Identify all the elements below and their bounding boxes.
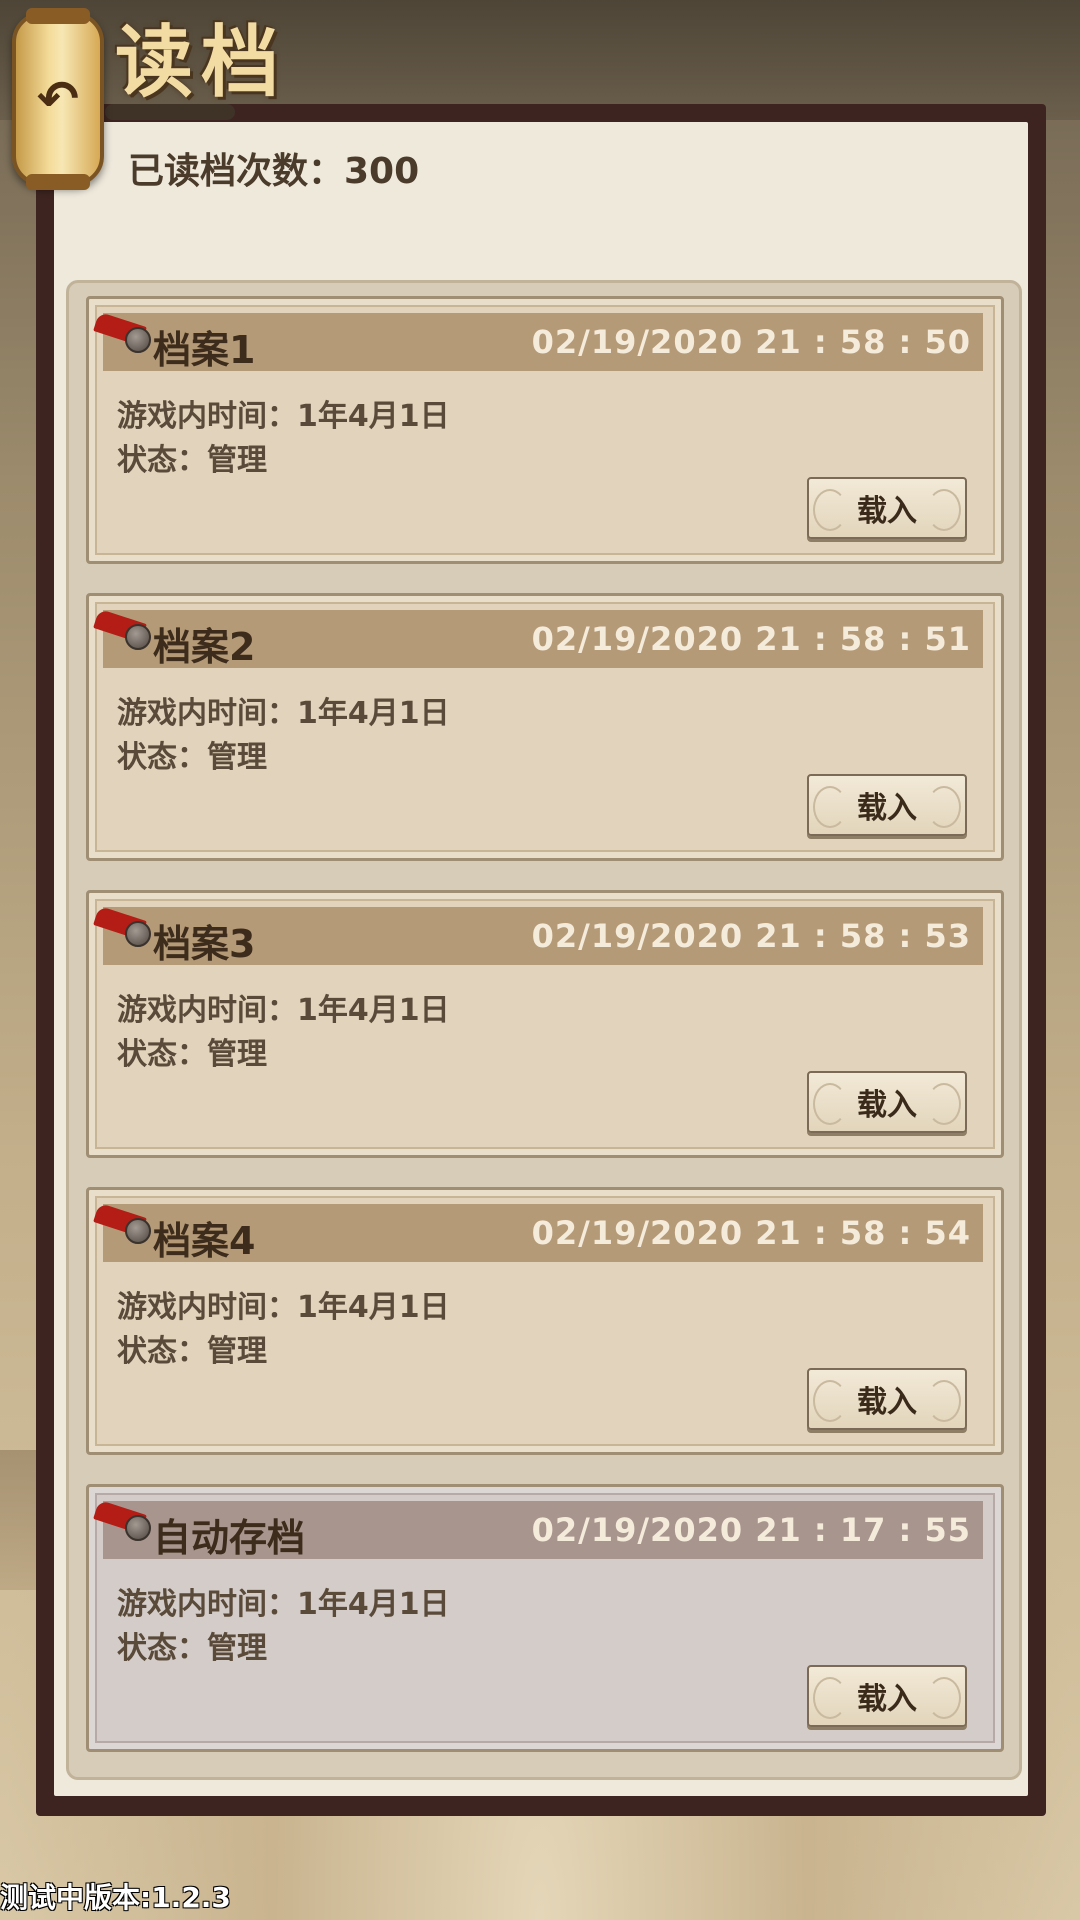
swirl-ornament-icon	[927, 1083, 961, 1125]
save-slot-3: 档案3 02/19/2020 21 : 58 : 53 游戏内时间：1年4月1日…	[86, 890, 1004, 1158]
save-slot-auto: 自动存档 02/19/2020 21 : 17 : 55 游戏内时间：1年4月1…	[86, 1484, 1004, 1752]
swirl-ornament-icon	[927, 489, 961, 531]
save-slot-header: 自动存档 02/19/2020 21 : 17 : 55	[93, 1499, 983, 1560]
swirl-ornament-icon	[813, 489, 847, 531]
save-slot-header: 档案2 02/19/2020 21 : 58 : 51	[93, 608, 983, 669]
swirl-ornament-icon	[813, 1083, 847, 1125]
pin-icon	[125, 624, 151, 650]
pin-icon	[125, 1218, 151, 1244]
save-slot-datetime: 02/19/2020 21 : 58 : 51	[531, 620, 971, 658]
load-button-label: 载入	[857, 791, 917, 826]
save-slot-game-time: 游戏内时间：1年4月1日	[117, 1587, 450, 1622]
read-count: 已读档次数：300	[128, 151, 420, 192]
swirl-ornament-icon	[927, 786, 961, 828]
save-slot-status: 状态：管理	[117, 1037, 267, 1072]
save-slot-header: 档案3 02/19/2020 21 : 58 : 53	[93, 905, 983, 966]
save-slot-header: 档案1 02/19/2020 21 : 58 : 50	[93, 311, 983, 372]
save-slot-header: 档案4 02/19/2020 21 : 58 : 54	[93, 1202, 983, 1263]
swirl-ornament-icon	[927, 1677, 961, 1719]
save-slot-status: 状态：管理	[117, 1631, 267, 1666]
save-slot-4: 档案4 02/19/2020 21 : 58 : 54 游戏内时间：1年4月1日…	[86, 1187, 1004, 1455]
load-button-label: 载入	[857, 494, 917, 529]
save-slot-name: 档案3	[153, 922, 256, 966]
swirl-ornament-icon	[813, 1380, 847, 1422]
save-slot-game-time: 游戏内时间：1年4月1日	[117, 399, 450, 434]
save-slot-1: 档案1 02/19/2020 21 : 58 : 50 游戏内时间：1年4月1日…	[86, 296, 1004, 564]
load-button[interactable]: 载入	[807, 477, 967, 539]
save-slot-datetime: 02/19/2020 21 : 58 : 50	[531, 323, 971, 361]
page-title: 读档	[115, 17, 288, 108]
swirl-ornament-icon	[813, 786, 847, 828]
pin-icon	[125, 921, 151, 947]
save-slot-game-time: 游戏内时间：1年4月1日	[117, 1290, 450, 1325]
save-slot-datetime: 02/19/2020 21 : 17 : 55	[531, 1511, 971, 1549]
background-pagoda	[0, 1450, 40, 1590]
load-button[interactable]: 载入	[807, 1071, 967, 1133]
back-button[interactable]: ↶	[12, 8, 104, 190]
save-slot-game-time: 游戏内时间：1年4月1日	[117, 993, 450, 1028]
swirl-ornament-icon	[813, 1677, 847, 1719]
save-slot-game-time: 游戏内时间：1年4月1日	[117, 696, 450, 731]
load-button-label: 载入	[857, 1682, 917, 1717]
load-button[interactable]: 载入	[807, 1368, 967, 1430]
undo-arrow-icon: ↶	[37, 70, 79, 128]
version-label: 测试中版本:1.2.3	[0, 1881, 231, 1914]
load-button-label: 载入	[857, 1088, 917, 1123]
pin-icon	[125, 327, 151, 353]
save-slot-status: 状态：管理	[117, 443, 267, 478]
save-slot-name: 档案2	[153, 625, 256, 669]
swirl-ornament-icon	[927, 1380, 961, 1422]
save-slot-name: 自动存档	[153, 1516, 306, 1560]
pin-icon	[125, 1515, 151, 1541]
load-button-label: 载入	[857, 1385, 917, 1420]
save-slot-status: 状态：管理	[117, 740, 267, 775]
load-button[interactable]: 载入	[807, 774, 967, 836]
save-slot-2: 档案2 02/19/2020 21 : 58 : 51 游戏内时间：1年4月1日…	[86, 593, 1004, 861]
load-button[interactable]: 载入	[807, 1665, 967, 1727]
save-slot-name: 档案1	[153, 328, 256, 372]
save-slot-datetime: 02/19/2020 21 : 58 : 53	[531, 917, 971, 955]
save-slot-datetime: 02/19/2020 21 : 58 : 54	[531, 1214, 971, 1252]
save-slot-status: 状态：管理	[117, 1334, 267, 1369]
save-slot-name: 档案4	[153, 1219, 256, 1263]
